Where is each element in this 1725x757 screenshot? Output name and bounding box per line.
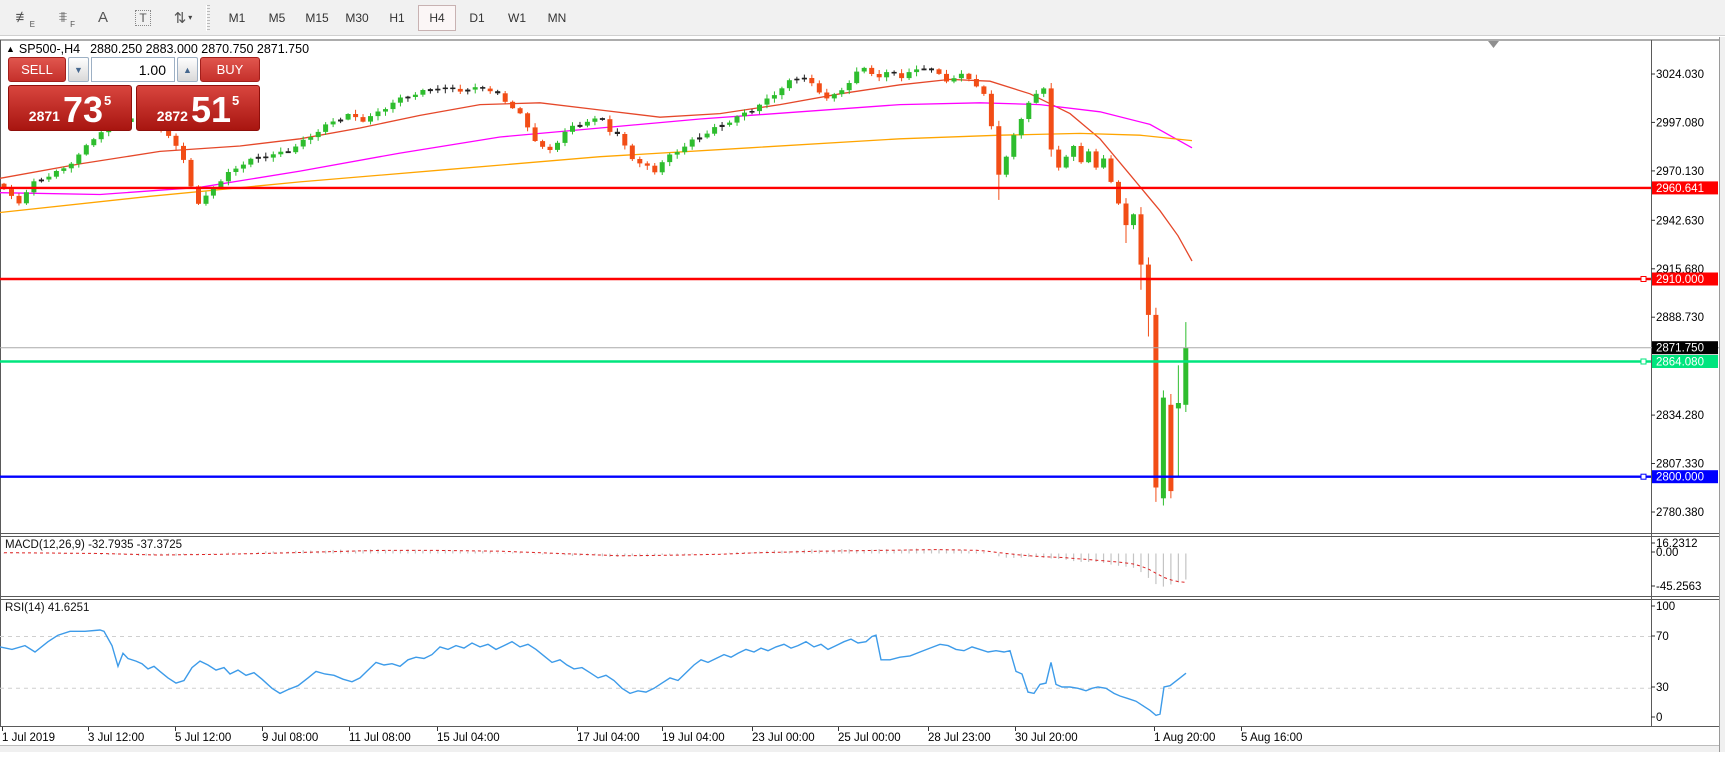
candlesticks <box>2 65 1189 505</box>
buy-price-pipette: 5 <box>232 93 239 108</box>
line-handle[interactable] <box>1641 474 1646 479</box>
svg-text:23 Jul 00:00: 23 Jul 00:00 <box>752 732 815 744</box>
sell-price-pips: 73 <box>63 94 103 126</box>
svg-text:11 Jul 08:00: 11 Jul 08:00 <box>349 732 411 744</box>
line-handle[interactable] <box>1641 359 1646 364</box>
svg-text:3 Jul 12:00: 3 Jul 12:00 <box>88 732 144 744</box>
volume-decrease-button[interactable]: ▼ <box>68 57 89 82</box>
buy-price-big-figure: 2872 <box>157 109 188 123</box>
horizontal-lines <box>0 188 1719 479</box>
svg-text:28 Jul 23:00: 28 Jul 23:00 <box>928 732 991 744</box>
scroll-to-end-marker[interactable] <box>1488 41 1499 48</box>
svg-text:2834.280: 2834.280 <box>1656 410 1704 422</box>
sell-price-pipette: 5 <box>104 93 111 108</box>
volume-increase-button[interactable]: ▲ <box>177 57 198 82</box>
line-handle[interactable] <box>1641 277 1646 282</box>
svg-text:2888.730: 2888.730 <box>1656 312 1704 324</box>
macd-panel: 16.23120.00-45.2563 <box>4 538 1701 593</box>
svg-text:2800.000: 2800.000 <box>1656 472 1704 484</box>
collapse-triangle-icon[interactable]: ▲ <box>6 44 15 54</box>
symbol-period-label: SP500-,H4 <box>19 42 80 56</box>
svg-text:1 Jul 2019: 1 Jul 2019 <box>2 732 55 744</box>
svg-text:5 Jul 12:00: 5 Jul 12:00 <box>175 732 231 744</box>
price-axis[interactable]: 3024.0302997.0802970.1302942.6302915.680… <box>1651 69 1718 519</box>
svg-text:2780.380: 2780.380 <box>1656 507 1704 519</box>
svg-text:1 Aug 20:00: 1 Aug 20:00 <box>1154 732 1215 744</box>
svg-text:3024.030: 3024.030 <box>1656 69 1704 81</box>
svg-text:100: 100 <box>1656 601 1675 613</box>
svg-text:-45.2563: -45.2563 <box>1656 581 1701 593</box>
svg-text:2807.330: 2807.330 <box>1656 459 1704 471</box>
volume-input[interactable]: 1.00 <box>91 57 175 82</box>
chart-header: ▲ SP500-,H4 2880.250 2883.000 2870.750 287… <box>6 42 309 56</box>
buy-button[interactable]: BUY <box>200 57 260 82</box>
svg-text:19 Jul 04:00: 19 Jul 04:00 <box>662 732 725 744</box>
svg-text:25 Jul 00:00: 25 Jul 00:00 <box>838 732 901 744</box>
svg-text:30: 30 <box>1656 682 1669 694</box>
svg-text:17 Jul 04:00: 17 Jul 04:00 <box>577 732 640 744</box>
svg-text:0.00: 0.00 <box>1656 547 1678 559</box>
svg-text:2960.641: 2960.641 <box>1656 183 1704 195</box>
svg-text:15 Jul 04:00: 15 Jul 04:00 <box>437 732 500 744</box>
svg-text:2910.000: 2910.000 <box>1656 274 1704 286</box>
sell-price-big-figure: 2871 <box>29 109 60 123</box>
rsi-line <box>0 630 1186 715</box>
svg-text:2942.630: 2942.630 <box>1656 215 1704 227</box>
mt4-window: { "toolbar": { "icons": [ {"name":"inser… <box>0 0 1725 752</box>
buy-price-pips: 51 <box>191 94 231 126</box>
svg-text:5 Aug 16:00: 5 Aug 16:00 <box>1241 732 1302 744</box>
time-axis[interactable]: 1 Jul 2019 3 Jul 12:00 5 Jul 12:00 9 Jul 08… <box>2 727 1302 744</box>
svg-text:9 Jul 08:00: 9 Jul 08:00 <box>262 732 318 744</box>
svg-text:2871.750: 2871.750 <box>1656 343 1704 355</box>
rsi-panel: 100 70 30 0 <box>0 601 1675 724</box>
svg-text:0: 0 <box>1656 712 1662 724</box>
svg-text:2864.080: 2864.080 <box>1656 357 1704 369</box>
svg-text:70: 70 <box>1656 631 1669 643</box>
svg-text:2970.130: 2970.130 <box>1656 166 1704 178</box>
one-click-trading-panel: SELL ▼ 1.00 ▲ BUY 2871735 2872515 <box>8 57 260 131</box>
sell-quote-box[interactable]: 2871735 <box>8 85 132 131</box>
ohlc-values: 2880.250 2883.000 2870.750 2871.750 <box>90 42 309 56</box>
buy-quote-box[interactable]: 2872515 <box>136 85 260 131</box>
svg-text:30 Jul 20:00: 30 Jul 20:00 <box>1015 732 1078 744</box>
svg-text:2997.080: 2997.080 <box>1656 117 1704 129</box>
sell-button[interactable]: SELL <box>8 57 66 82</box>
